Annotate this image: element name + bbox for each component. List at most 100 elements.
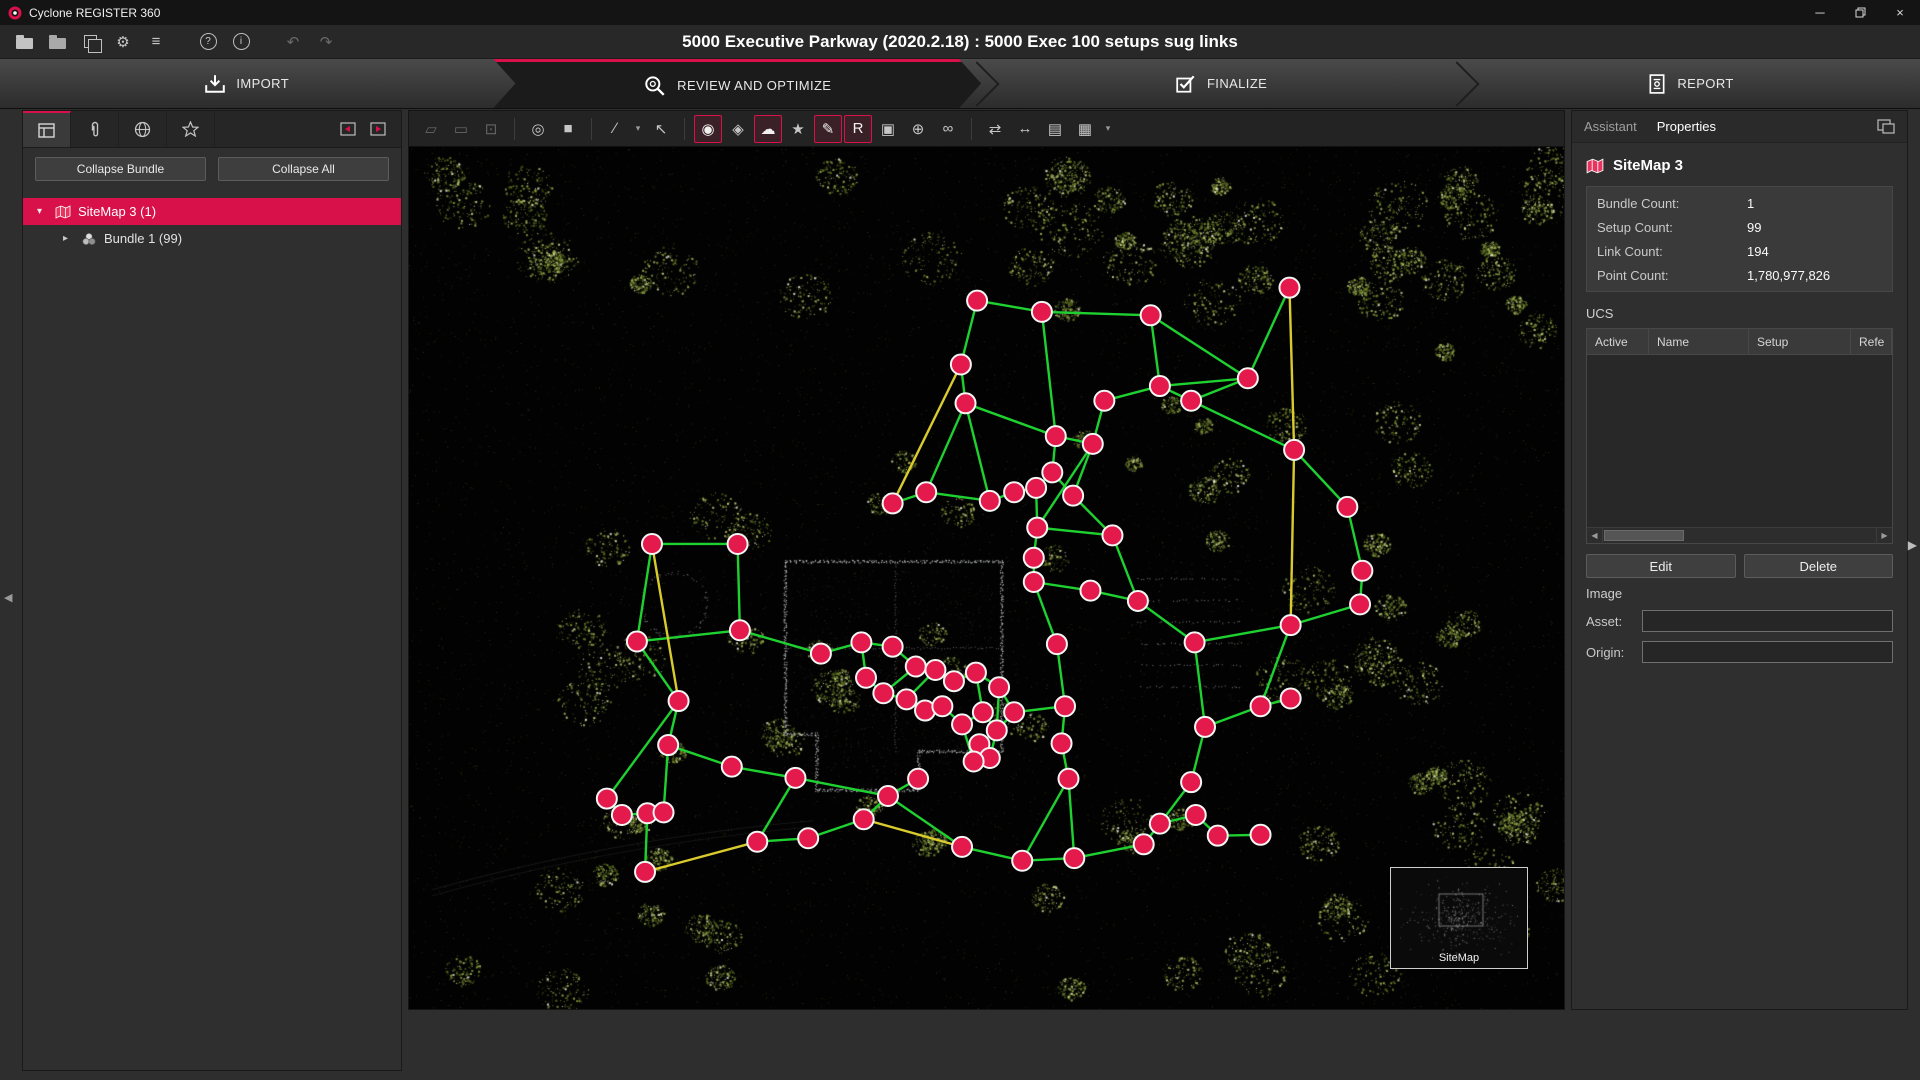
setup-node[interactable]	[1281, 615, 1301, 635]
geotag-pin-icon[interactable]: ⊕	[904, 115, 932, 143]
link-line[interactable]	[1191, 401, 1294, 450]
setup-node[interactable]	[873, 683, 893, 703]
setup-node[interactable]	[1026, 478, 1046, 498]
setup-node[interactable]	[956, 393, 976, 413]
setup-node[interactable]	[1032, 302, 1052, 322]
setup-node[interactable]	[798, 828, 818, 848]
setup-node[interactable]	[908, 769, 928, 789]
open-project-icon[interactable]	[12, 30, 36, 54]
settings-gear-icon[interactable]: ⚙	[111, 30, 135, 54]
grid-icon[interactable]: ▦	[1071, 115, 1099, 143]
edit-button[interactable]: Edit	[1586, 554, 1736, 578]
asset-input[interactable]	[1642, 610, 1893, 632]
setup-node[interactable]	[1063, 486, 1083, 506]
tab-geotags[interactable]	[119, 111, 167, 147]
scrollbar-thumb[interactable]	[1604, 530, 1684, 541]
link-line[interactable]	[1151, 315, 1248, 378]
setup-node[interactable]	[722, 757, 742, 777]
link-quality-icon[interactable]: ★	[784, 115, 812, 143]
setup-node[interactable]	[1208, 826, 1228, 846]
tab-finalize[interactable]: FINALIZE	[981, 59, 1461, 108]
event-log-icon[interactable]: ≡	[144, 30, 168, 54]
setup-node[interactable]	[1186, 805, 1206, 825]
pick-point-icon[interactable]: ↖	[647, 115, 675, 143]
setup-node[interactable]	[1238, 368, 1258, 388]
setup-node[interactable]	[952, 837, 972, 857]
tree-item-bundle[interactable]: Bundle 1 (99)	[23, 225, 401, 252]
setup-node[interactable]	[951, 354, 971, 374]
setup-node[interactable]	[1024, 572, 1044, 592]
link-line[interactable]	[1042, 312, 1151, 315]
scale-sitemap-icon[interactable]: ↔	[1011, 115, 1039, 143]
link-line[interactable]	[1042, 312, 1056, 436]
setup-node[interactable]	[980, 491, 1000, 511]
setup-node[interactable]	[973, 702, 993, 722]
close-button[interactable]: ×	[1880, 0, 1920, 25]
tab-report[interactable]: REPORT	[1461, 59, 1920, 108]
setup-positions-toggle-icon[interactable]: ◉	[694, 115, 722, 143]
setup-node[interactable]	[1181, 391, 1201, 411]
setup-node[interactable]	[785, 768, 805, 788]
setup-node[interactable]	[1102, 525, 1122, 545]
maximize-button[interactable]	[1840, 0, 1880, 25]
auto-register-icon[interactable]: R	[844, 115, 872, 143]
setup-node[interactable]	[1128, 591, 1148, 611]
setup-node[interactable]	[1080, 581, 1100, 601]
tab-assistant[interactable]: Assistant	[1584, 119, 1637, 134]
link-line[interactable]	[1289, 288, 1294, 450]
link-line[interactable]	[652, 544, 679, 701]
collapse-all-button[interactable]: Collapse All	[218, 157, 389, 181]
setup-node[interactable]	[1251, 825, 1271, 845]
setup-node[interactable]	[964, 751, 984, 771]
minimize-button[interactable]: ─	[1800, 0, 1840, 25]
setup-node[interactable]	[883, 493, 903, 513]
link-line[interactable]	[1037, 528, 1112, 536]
link-line[interactable]	[1195, 642, 1205, 727]
delete-button[interactable]: Delete	[1744, 554, 1894, 578]
undo-icon[interactable]: ↶	[281, 30, 305, 54]
swap-setups-icon[interactable]: ⇄	[981, 115, 1009, 143]
ucs-col-name[interactable]: Name	[1649, 329, 1749, 354]
setup-node[interactable]	[1012, 851, 1032, 871]
grid-caret-icon[interactable]: ▾	[1101, 115, 1115, 143]
setup-node[interactable]	[627, 631, 647, 651]
setup-node[interactable]	[811, 644, 831, 664]
link-line[interactable]	[926, 403, 965, 492]
link-line[interactable]	[738, 544, 740, 630]
setup-node[interactable]	[906, 657, 926, 677]
undock-panel-button[interactable]	[333, 111, 363, 147]
link-line[interactable]	[864, 819, 962, 847]
setup-node[interactable]	[989, 677, 1009, 697]
tree-item-sitemap[interactable]: SiteMap 3 (1)	[23, 198, 401, 225]
tab-review-and-optimize[interactable]: REVIEW AND OPTIMIZE	[493, 59, 981, 108]
setup-node[interactable]	[1352, 561, 1372, 581]
setup-node[interactable]	[1042, 462, 1062, 482]
tab-assets[interactable]	[71, 111, 119, 147]
link-line[interactable]	[637, 630, 740, 641]
dock-panel-button[interactable]	[363, 111, 393, 147]
setup-labels-icon[interactable]: ◈	[724, 115, 752, 143]
setup-node[interactable]	[1141, 305, 1161, 325]
setup-node[interactable]	[1150, 814, 1170, 834]
copy-to-sitemap-icon[interactable]: ▱	[417, 115, 445, 143]
setup-node[interactable]	[1150, 376, 1170, 396]
setup-node[interactable]	[1046, 426, 1066, 446]
setup-node[interactable]	[1027, 518, 1047, 538]
setup-node[interactable]	[1058, 769, 1078, 789]
origin-input[interactable]	[1642, 641, 1893, 663]
setup-node[interactable]	[1052, 733, 1072, 753]
manage-panels-icon[interactable]	[78, 30, 102, 54]
setup-node[interactable]	[1083, 434, 1103, 454]
setup-node[interactable]	[642, 534, 662, 554]
about-info-icon[interactable]: i	[229, 30, 253, 54]
setup-node[interactable]	[654, 802, 674, 822]
tab-favorites[interactable]	[167, 111, 215, 147]
setup-node[interactable]	[1251, 696, 1271, 716]
setup-node[interactable]	[1281, 688, 1301, 708]
setup-node[interactable]	[1094, 391, 1114, 411]
link-line[interactable]	[888, 796, 962, 847]
tab-import[interactable]: IMPORT	[0, 59, 493, 108]
setup-node[interactable]	[944, 671, 964, 691]
setup-node[interactable]	[597, 789, 617, 809]
link-line[interactable]	[757, 778, 795, 842]
